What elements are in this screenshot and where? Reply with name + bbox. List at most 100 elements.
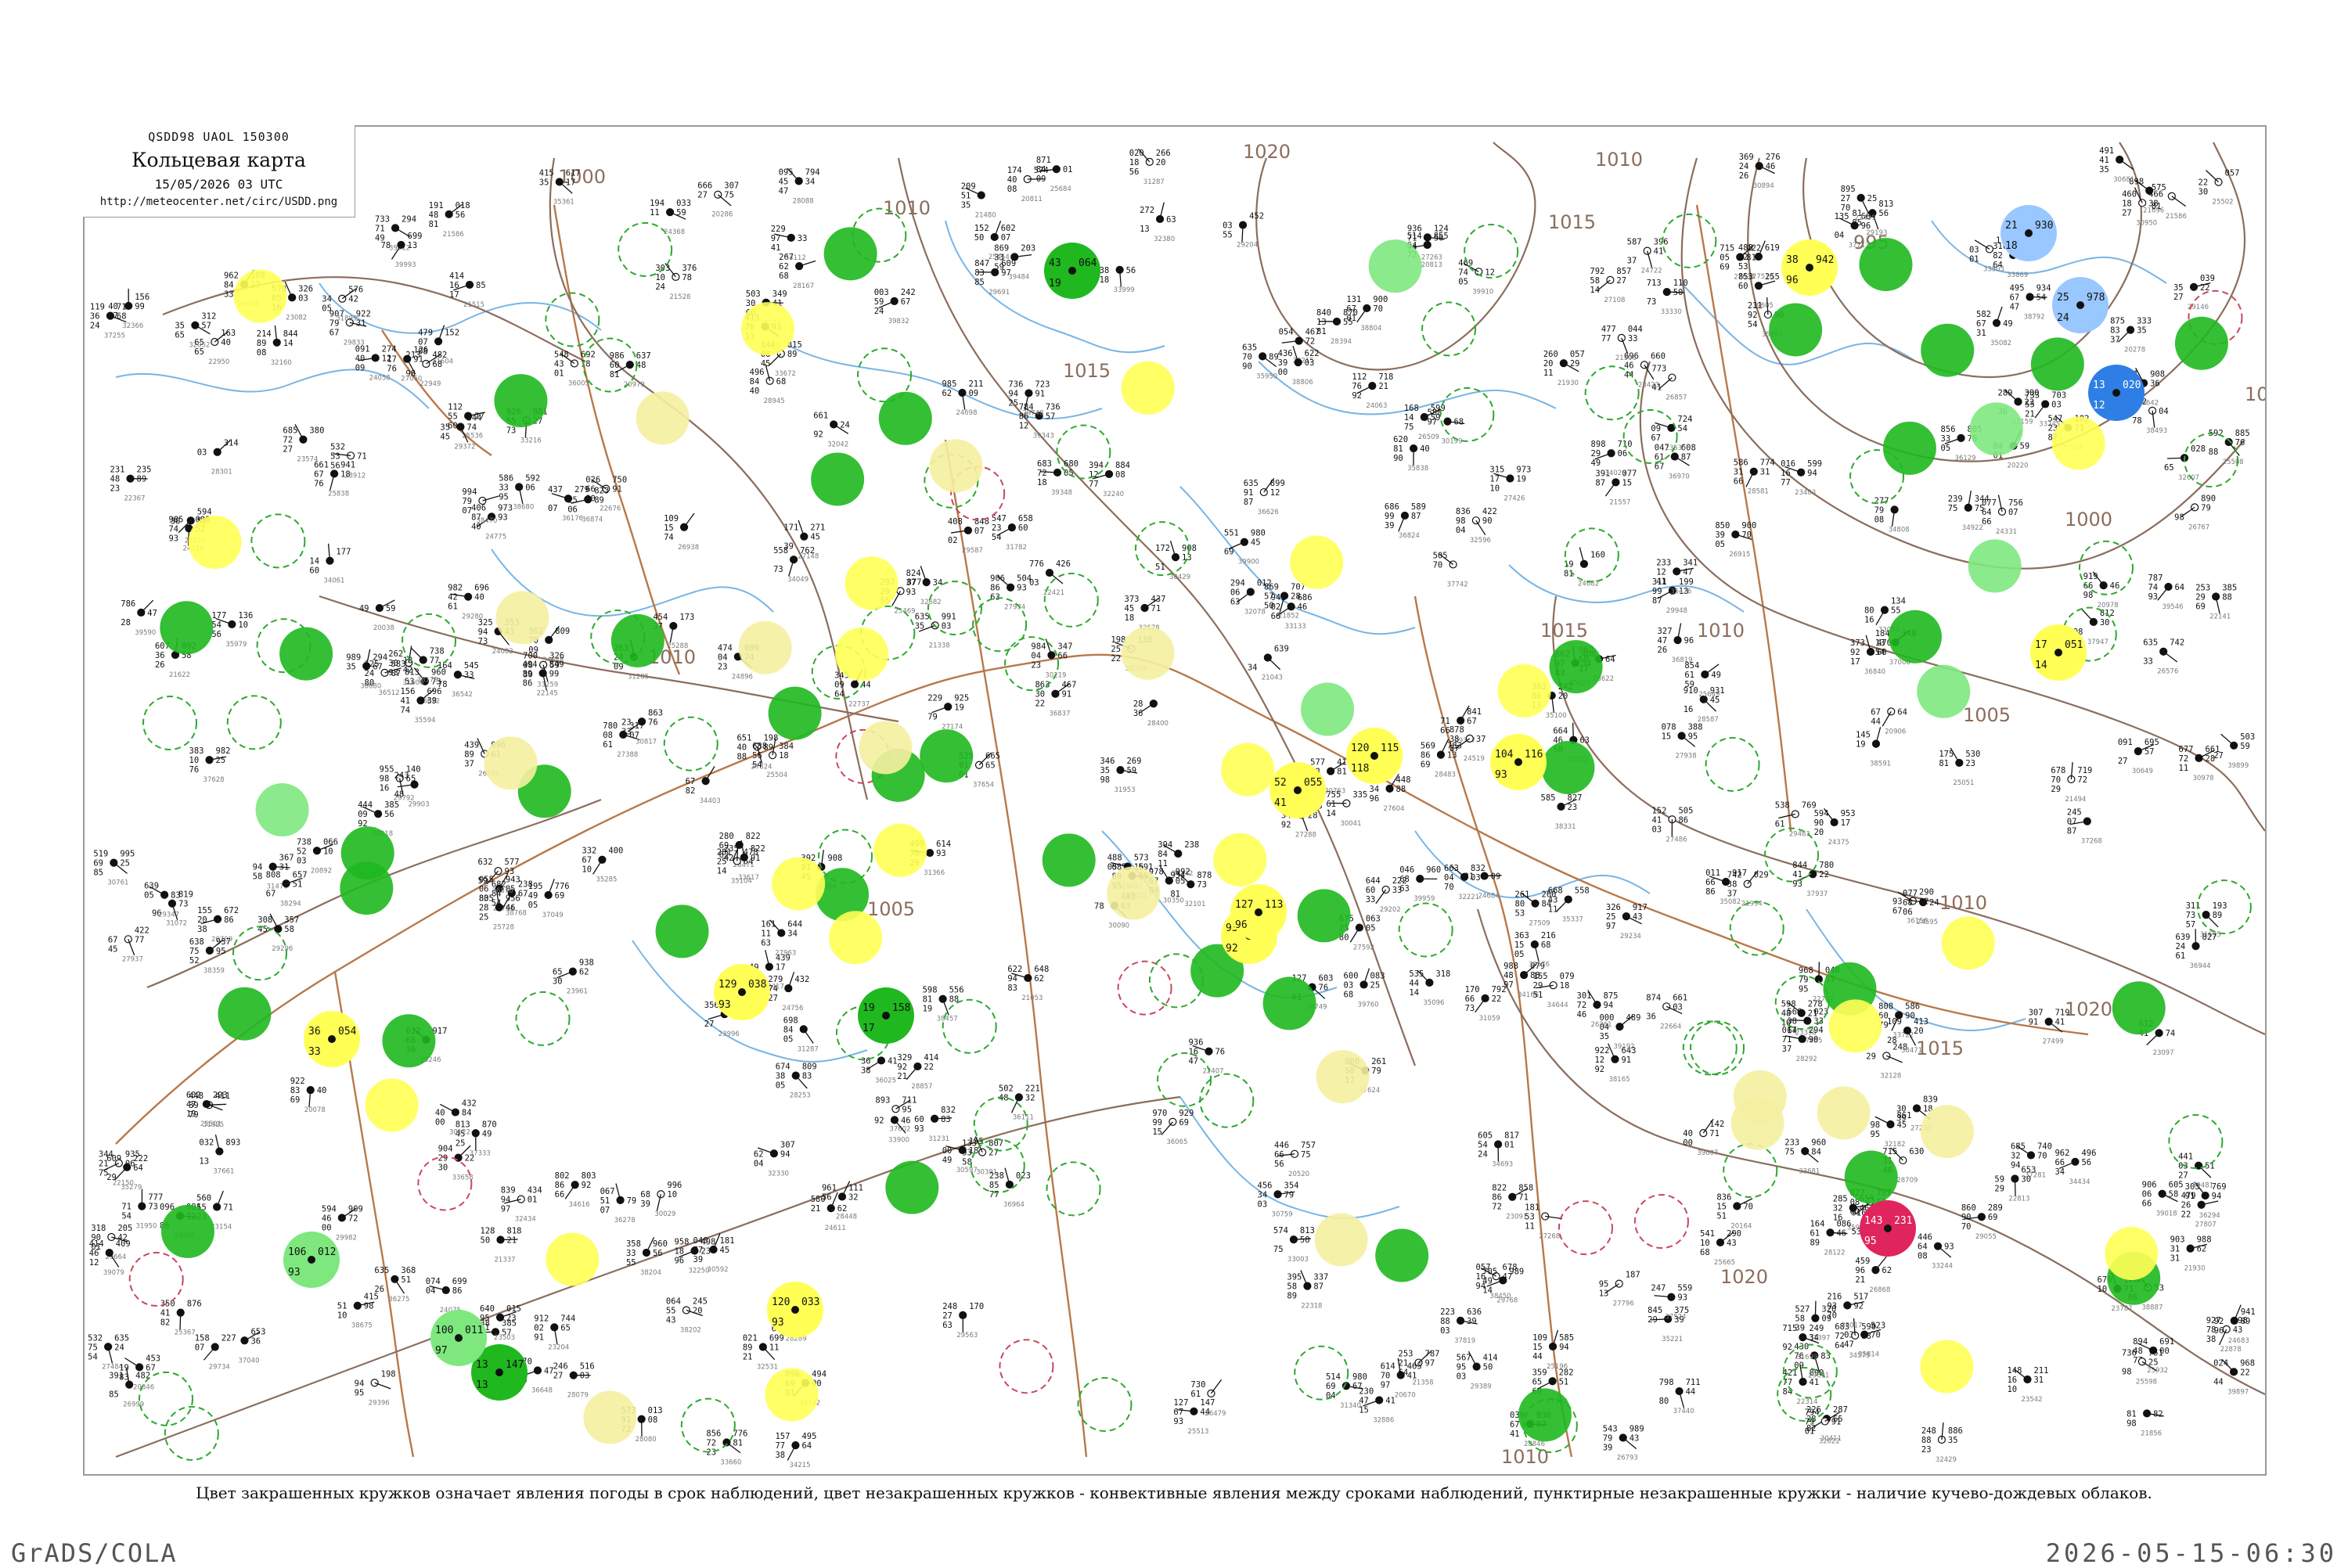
station-value: 968 — [2240, 1358, 2255, 1368]
station-index: 30122 — [449, 1129, 470, 1137]
station-plot: 0321389337661 — [199, 1135, 240, 1175]
station-value: 871 — [1036, 156, 1051, 165]
isobar-label: 1015 — [1540, 620, 1588, 642]
station-circle: 10097011 — [430, 1310, 487, 1366]
isobar-label: 1010 — [1939, 892, 1987, 914]
station-value: 922 — [356, 309, 371, 318]
station-index: 39343 — [1033, 432, 1054, 440]
station-value: 74 — [2148, 583, 2158, 592]
station-value: 488 — [1107, 853, 1122, 862]
wind-barb — [1573, 723, 1574, 740]
station-index: 25504 — [766, 771, 787, 779]
station-index: 33660 — [720, 1458, 741, 1466]
station-value: 46 — [89, 1249, 99, 1258]
station-value: 11 — [1543, 369, 1554, 378]
station-value: 54 — [88, 1352, 98, 1361]
station-index: 35104 — [731, 877, 752, 885]
station-value: 124 — [1434, 224, 1449, 233]
station-plot: 98242616964029280 — [448, 584, 489, 621]
station-plot: 988907926767 — [2174, 494, 2216, 531]
station-index: 26576 — [2157, 668, 2178, 676]
cb-outline-circle — [1047, 1162, 1100, 1215]
station-value: 394 — [1158, 840, 1172, 850]
station-value: 52 — [297, 847, 307, 856]
station-value: 066 — [323, 837, 338, 847]
station-plot: 41416178521515 — [449, 272, 486, 309]
station-value: 19 — [1856, 740, 1866, 750]
wind-barb — [1746, 472, 1754, 487]
station-value: 95 — [216, 947, 226, 956]
station-value: 253 — [2195, 583, 2210, 592]
wind-barb — [180, 1313, 181, 1330]
station-index: 28483 — [1435, 771, 1456, 779]
station-plot: 15777384956434215 — [775, 1432, 816, 1469]
station-value: 69 — [1988, 1213, 1998, 1222]
station-index: 39899 — [2227, 762, 2249, 770]
station-value: 543 — [1603, 1424, 1618, 1433]
station-index: 20346 — [133, 1383, 154, 1391]
station-value: 109 — [664, 514, 679, 523]
station-value: 41 — [1651, 383, 1662, 393]
station-value: 64 — [1918, 1243, 1928, 1252]
station-index: 38294 — [280, 900, 301, 908]
station-value: 73 — [506, 426, 517, 436]
station-value: 67 — [146, 1363, 156, 1372]
station-value: 04 — [1031, 651, 1041, 660]
station-value: 27 — [1841, 194, 1851, 203]
station-value: 06 — [525, 483, 535, 492]
station-value: 856 — [706, 1429, 721, 1438]
station-plot: 28125144786435104 — [717, 843, 758, 885]
station-value: 65 — [553, 968, 563, 977]
station-value: 91 — [1831, 1418, 1842, 1427]
station-plot: 67772116612830978 — [2179, 745, 2220, 782]
station-value: 639 — [2176, 933, 2191, 942]
station-value: 170 — [1465, 985, 1480, 994]
station-value: 55 — [1223, 231, 1233, 240]
station-value: 40 — [317, 1086, 327, 1095]
weather-circle — [2175, 317, 2228, 370]
station-value: 64 — [834, 690, 844, 699]
station-index: 38792 — [2024, 313, 2045, 321]
station-value: 03 — [1969, 245, 1979, 254]
station-plot: 68699395898736824 — [1385, 502, 1426, 540]
station-dot — [1806, 264, 1813, 272]
station-plot: 98958614532182 — [1870, 1111, 1911, 1149]
station-value: 171 — [783, 523, 798, 533]
station-value: 158 — [195, 1333, 210, 1343]
station-value: 129 — [718, 979, 736, 991]
station-index: 34644 — [1547, 1002, 1568, 1009]
source-url[interactable]: http://meteocenter.net/circ/USDD.png — [83, 196, 355, 208]
station-index: 27592 — [1353, 944, 1374, 952]
station-value: 88 — [736, 752, 747, 761]
station-index: 30029 — [654, 1210, 675, 1218]
station-value: 39 — [1385, 521, 1395, 530]
station-index: 36512 — [379, 689, 400, 697]
station-value: 995 — [120, 850, 135, 859]
station-plot: 21489088441432160 — [257, 325, 298, 367]
station-value: 98 — [380, 775, 390, 784]
station-value: 013 — [648, 1406, 663, 1415]
station-value: 147 — [1200, 1398, 1215, 1408]
station-value: 126 — [413, 346, 428, 355]
station-index: 32429 — [1936, 1456, 1957, 1464]
station-index: 36876 — [492, 887, 513, 895]
station-value: 58 — [284, 925, 294, 934]
station-dot — [1644, 247, 1651, 254]
station-index: 27268 — [1539, 1233, 1560, 1241]
station-value: 25 — [1867, 194, 1878, 203]
station-value: 067 — [600, 1187, 615, 1196]
station-plot: 502482213236111 — [999, 1084, 1040, 1121]
station-value: 94 — [478, 628, 488, 637]
wind-barb — [593, 860, 603, 875]
station-index: 28581 — [1748, 488, 1769, 496]
station-value: 847 — [974, 259, 989, 268]
station-plot: 85039059007026915 — [1715, 521, 1756, 559]
station-value: 938 — [579, 958, 594, 968]
station-value: 908 — [2150, 370, 2165, 379]
station-value: 47 — [147, 609, 157, 618]
station-value: 221 — [1025, 1084, 1040, 1093]
station-value: 587 — [1627, 238, 1642, 247]
station-index: 32330 — [768, 1170, 789, 1178]
station-index: 34112 — [785, 254, 806, 262]
station-value: 733 — [375, 214, 390, 224]
